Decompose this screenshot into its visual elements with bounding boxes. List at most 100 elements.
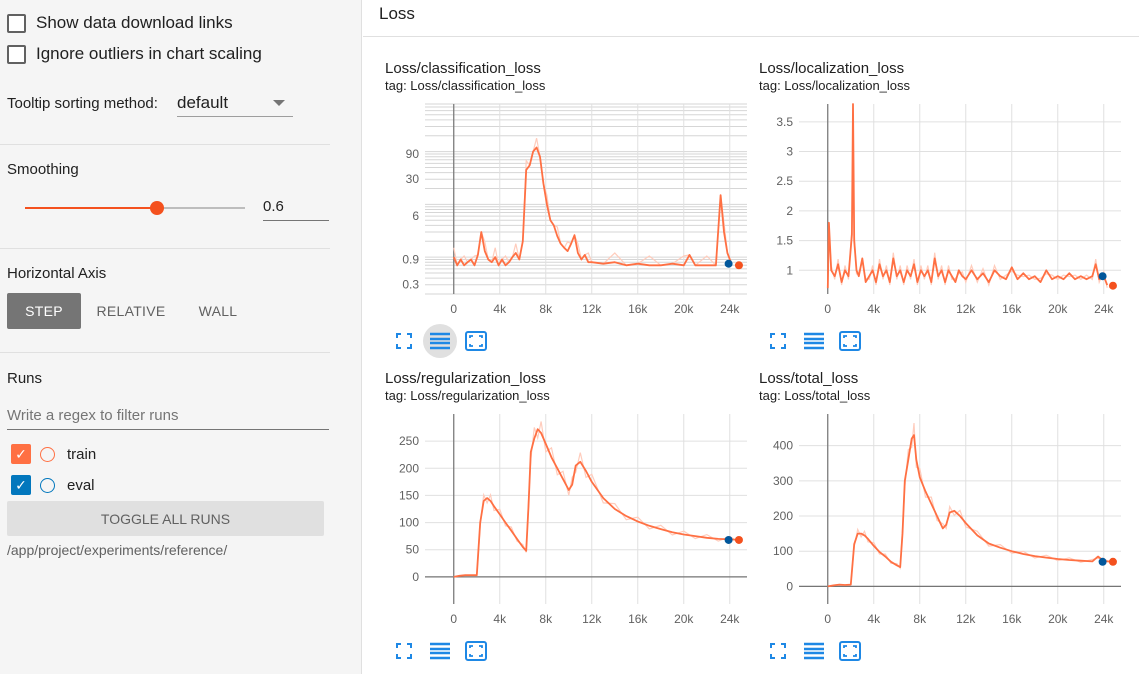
- fullscreen-icon: [396, 333, 412, 349]
- train-last-point: [1108, 281, 1117, 290]
- y-tick-label: 6: [412, 209, 419, 223]
- x-tick-label: 12k: [582, 302, 602, 316]
- axis-step-button[interactable]: STEP: [7, 293, 81, 329]
- chart-total-loss[interactable]: 0 100 200 300 400 0 4k 8k 12k 16k 20k 24k: [759, 404, 1123, 642]
- runs-filter-input[interactable]: Write a regex to filter runs: [7, 403, 329, 430]
- y-tick-label: 300: [773, 474, 793, 488]
- x-tick-label: 8k: [913, 612, 927, 626]
- runs-label: Runs: [7, 370, 43, 387]
- chart-toolbar: [391, 324, 489, 358]
- fit-domain-icon: [839, 641, 861, 661]
- tooltip-sorting-label: Tooltip sorting method:: [7, 95, 158, 112]
- fit-domain-button[interactable]: [463, 638, 489, 664]
- log-scale-icon: [430, 332, 450, 350]
- x-tick-label: 16k: [1002, 302, 1022, 316]
- x-tick-label: 12k: [582, 612, 602, 626]
- log-scale-button[interactable]: [427, 638, 453, 664]
- raw-series-line: [453, 138, 732, 267]
- chart-toolbar: [765, 328, 863, 354]
- run-color-circle[interactable]: [40, 446, 55, 462]
- raw-series-line: [453, 421, 740, 578]
- y-tick-label: 200: [399, 461, 419, 475]
- slider-fill: [25, 207, 157, 209]
- y-tick-label: 2.5: [776, 174, 793, 188]
- log-scale-icon: [430, 642, 450, 660]
- chart-classification-loss[interactable]: 90 30 6 0.9 0.3 0 4k 8k 12k 16k 20k 24k: [385, 94, 749, 332]
- y-tick-label: 0: [412, 570, 419, 584]
- x-tick-label: 8k: [913, 302, 927, 316]
- tooltip-sorting-select[interactable]: default: [177, 90, 293, 117]
- y-tick-label: 90: [406, 147, 420, 161]
- fit-domain-icon: [465, 331, 487, 351]
- y-tick-label: 50: [406, 543, 420, 557]
- sidebar: Show data download links Ignore outliers…: [0, 0, 362, 674]
- fit-domain-icon: [465, 641, 487, 661]
- x-tick-label: 4k: [493, 612, 507, 626]
- chart-localization-loss[interactable]: 1 1.5 2 2.5 3 3.5 0 4k 8k 12k 16k 20k 24k: [759, 94, 1123, 332]
- chart-tag: tag: Loss/localization_loss: [759, 78, 911, 93]
- toggle-all-runs-button[interactable]: TOGGLE ALL RUNS: [7, 501, 324, 536]
- axis-relative-button[interactable]: RELATIVE: [88, 293, 174, 329]
- train-last-point: [734, 535, 743, 544]
- x-tick-label: 8k: [539, 302, 553, 316]
- log-scale-button[interactable]: [801, 328, 827, 354]
- eval-point: [1098, 557, 1107, 566]
- show-download-links-checkbox[interactable]: Show data download links: [7, 13, 233, 33]
- main-panel: Loss Loss/classification_loss tag: Loss/…: [363, 0, 1139, 674]
- y-tick-label: 100: [773, 544, 793, 558]
- log-scale-icon: [804, 332, 824, 350]
- x-tick-label: 4k: [867, 612, 881, 626]
- checkbox-box[interactable]: [7, 13, 26, 33]
- y-tick-label: 1.5: [776, 234, 793, 248]
- section-header[interactable]: Loss: [363, 0, 1139, 37]
- fit-domain-button[interactable]: [463, 328, 489, 354]
- section-title: Loss: [379, 4, 415, 23]
- chart-title: Loss/localization_loss: [759, 60, 905, 77]
- x-tick-label: 0: [450, 302, 457, 316]
- fit-domain-button[interactable]: [837, 328, 863, 354]
- x-tick-label: 8k: [539, 612, 553, 626]
- divider: [0, 352, 330, 353]
- chart-regularization-loss[interactable]: 0 50 100 150 200 250 0 4k 8k 12k 16k 20k 24k: [385, 404, 749, 642]
- fit-domain-icon: [839, 331, 861, 351]
- y-tick-label: 3: [786, 145, 793, 159]
- x-tick-label: 20k: [674, 612, 694, 626]
- x-tick-label: 24k: [720, 302, 740, 316]
- eval-point: [1098, 272, 1107, 281]
- smoothing-input[interactable]: 0.6: [263, 196, 329, 221]
- fit-domain-button[interactable]: [837, 638, 863, 664]
- fullscreen-button[interactable]: [765, 638, 791, 664]
- y-tick-label: 400: [773, 439, 793, 453]
- eval-point: [724, 259, 733, 268]
- ignore-outliers-checkbox[interactable]: Ignore outliers in chart scaling: [7, 44, 262, 64]
- fullscreen-button[interactable]: [391, 328, 417, 354]
- fullscreen-button[interactable]: [391, 638, 417, 664]
- log-directory-path: /app/project/experiments/reference/: [7, 542, 228, 558]
- fullscreen-icon: [770, 333, 786, 349]
- chart-tag: tag: Loss/regularization_loss: [385, 388, 550, 403]
- x-tick-label: 16k: [628, 612, 648, 626]
- y-tick-label: 0.3: [402, 278, 419, 292]
- x-tick-label: 24k: [1094, 612, 1114, 626]
- smoothing-slider[interactable]: [25, 201, 245, 215]
- x-tick-label: 24k: [1094, 302, 1114, 316]
- run-name: eval: [67, 476, 95, 494]
- checkbox-box[interactable]: [7, 44, 26, 64]
- log-scale-button[interactable]: [801, 638, 827, 664]
- x-tick-label: 20k: [674, 302, 694, 316]
- log-scale-button[interactable]: [423, 324, 457, 358]
- x-tick-label: 4k: [493, 302, 507, 316]
- fullscreen-button[interactable]: [765, 328, 791, 354]
- x-tick-label: 20k: [1048, 612, 1068, 626]
- eval-point: [724, 535, 733, 544]
- slider-thumb[interactable]: [150, 201, 164, 215]
- check-icon[interactable]: ✓: [11, 475, 31, 495]
- axis-wall-button[interactable]: WALL: [186, 293, 250, 329]
- check-icon[interactable]: ✓: [11, 444, 31, 464]
- run-item-train[interactable]: ✓ train: [11, 444, 96, 464]
- run-item-eval[interactable]: ✓ eval: [11, 475, 95, 495]
- smoothing-label: Smoothing: [7, 161, 79, 178]
- run-color-circle[interactable]: [40, 477, 55, 493]
- y-tick-label: 2: [786, 204, 793, 218]
- raw-series-line: [827, 422, 1114, 587]
